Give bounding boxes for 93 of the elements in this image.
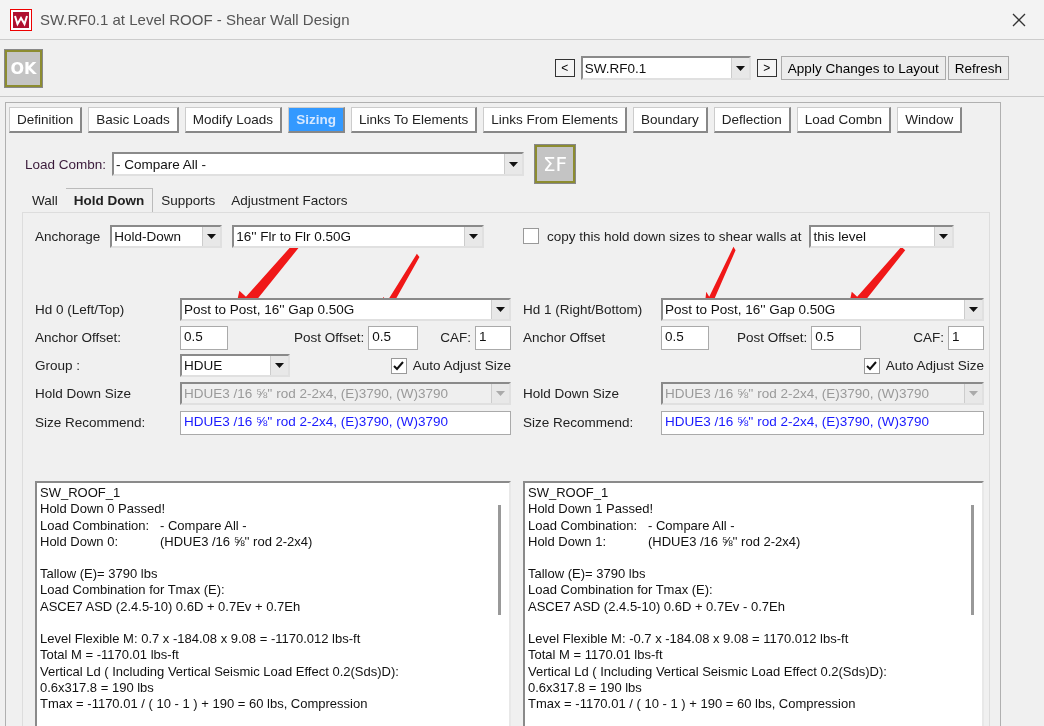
caret-icon <box>275 363 284 368</box>
group-dropdown[interactable]: HDUE <box>180 354 290 377</box>
previous-button[interactable]: < <box>554 59 575 77</box>
field-label: Hd 0 (Left/Top) <box>35 302 126 317</box>
field-label: Post Offset: <box>294 330 365 345</box>
report-line: Tmax = -1170.01 / ( 10 - 1 ) + 190 = 60 lbs, Compression <box>528 696 857 713</box>
field-label: Hd 1 (Right/Bottom) <box>523 302 644 317</box>
caret-icon <box>207 233 217 239</box>
report-line: Total M = -1170.01 lbs-ft <box>40 647 180 664</box>
report-line: 0.6x317.8 = 190 lbs <box>40 679 155 697</box>
window-title: SW.RF0.1 at Level ROOF - Shear Wall Design <box>40 11 351 28</box>
checkbox-label: copy this hold down sizes to shear walls at <box>547 228 802 244</box>
report-line: Tallow (E)= 3790 lbs <box>40 566 159 583</box>
field-label: Anchor Offset <box>523 330 607 345</box>
field-label: Size Recommend: <box>523 415 635 430</box>
report-text-area[interactable] <box>35 481 511 726</box>
post-offset-field[interactable]: 0.5 <box>368 325 419 350</box>
report-line: SW_ROOF_1 <box>40 485 122 502</box>
report-line: Level Flexible M: 0.7 x -184.08 x 9.08 = -1170.012 lbs-ft <box>40 631 362 648</box>
report-line: Vertical Ld ( Including Vertical Seismic Load Effect 0.2(Sds)D): <box>528 663 888 680</box>
close-icon[interactable] <box>1012 12 1026 27</box>
tab[interactable]: Links From Elements <box>483 107 627 133</box>
report-text-area[interactable] <box>523 481 984 726</box>
report-line: Tmax = -1170.01 / ( 10 - 1 ) + 190 = 60 lbs, Compression <box>40 696 369 713</box>
report-line: Tallow (E)= 3790 lbs <box>528 566 647 583</box>
tab[interactable]: Wall <box>24 188 66 212</box>
apply-changes-button[interactable]: Apply Changes to Layout <box>780 56 946 80</box>
report-line: Load Combination: - Compare All - <box>528 517 736 534</box>
checkbox-label: Auto Adjust Size <box>412 358 511 373</box>
caf-field[interactable]: 1 <box>475 325 511 350</box>
app-logo-icon <box>10 8 32 31</box>
tab[interactable]: Supports <box>153 188 224 212</box>
caret-icon <box>509 161 519 167</box>
report-line: 0.6x317.8 = 190 lbs <box>528 679 643 697</box>
field-label: Anchorage <box>35 228 101 244</box>
next-button[interactable]: > <box>756 59 777 77</box>
report-line: ASCE7 ASD (2.4.5-10) 0.6D + 0.7Ev + 0.7Eh <box>40 598 302 616</box>
report-line: Hold Down 0 Passed! <box>40 501 166 518</box>
report-line: Level Flexible M: -0.7 x -184.08 x 9.08 = 1170.012 lbs-ft <box>528 631 850 648</box>
size-recommend-field[interactable]: HDUE3 /16 ⅝'' rod 2-2x4, (E)3790, (W)3790 <box>180 410 511 435</box>
report-line: Vertical Ld ( Including Vertical Seismic Load Effect 0.2(Sds)D): <box>40 663 400 680</box>
field-label: Hold Down Size <box>523 386 621 401</box>
field-label: Anchor Offset: <box>35 330 123 345</box>
tab[interactable]: Basic Loads <box>88 107 179 133</box>
tab[interactable]: Window <box>897 107 963 133</box>
report-line: SW_ROOF_1 <box>528 485 610 502</box>
caret-icon <box>496 307 505 312</box>
report-line: Hold Down 0: (HDUE3 /16 ⅝'' rod 2-2x4) <box>40 533 314 551</box>
report-line: ASCE7 ASD (2.4.5-10) 0.6D + 0.7Ev - 0.7Eh <box>528 598 786 616</box>
report-line: Hold Down 1: (HDUE3 /16 ⅝'' rod 2-2x4) <box>528 533 802 551</box>
tab[interactable]: Modify Loads <box>184 107 283 133</box>
tab[interactable]: Boundary <box>633 107 708 133</box>
anchor-offset-field[interactable]: 0.5 <box>661 325 709 350</box>
report-line: Total M = 1170.01 lbs-ft <box>528 647 664 664</box>
field-label: CAF: <box>913 330 944 345</box>
report-line: Load Combination for Tmax (E): <box>40 582 226 599</box>
scope-dropdown[interactable]: this level <box>809 224 955 248</box>
tab[interactable]: Definition <box>9 107 83 133</box>
report-line: Hold Down 1 Passed! <box>528 501 654 518</box>
field-label: Group : <box>35 358 82 373</box>
caret-icon <box>469 233 479 239</box>
field-label: Size Recommend: <box>35 415 147 430</box>
checkbox[interactable] <box>390 357 407 374</box>
field-label: CAF: <box>440 330 471 345</box>
tab[interactable]: Links To Elements <box>350 107 478 133</box>
anchorage-type-dropdown[interactable]: Hold-Down <box>110 224 223 248</box>
checkbox[interactable] <box>863 357 880 374</box>
field-label: Post Offset: <box>737 330 808 345</box>
anchorage-spec-dropdown[interactable]: 16'' Flr to Flr 0.50G <box>232 224 485 248</box>
tab[interactable]: Load Combn <box>796 107 892 133</box>
caret-icon <box>735 65 745 71</box>
connection-dropdown[interactable]: Post to Post, 16'' Gap 0.50G <box>180 298 511 321</box>
checkbox-label: Auto Adjust Size <box>885 358 984 373</box>
post-offset-field[interactable]: 0.5 <box>811 325 862 350</box>
caret-icon <box>496 391 505 396</box>
caret-icon <box>969 307 978 312</box>
checkbox[interactable] <box>523 228 539 244</box>
anchor-offset-field[interactable]: 0.5 <box>180 325 228 350</box>
connection-dropdown[interactable]: Post to Post, 16'' Gap 0.50G <box>661 298 984 321</box>
caf-field[interactable]: 1 <box>948 325 984 350</box>
report-line: Load Combination: - Compare All - <box>40 517 248 534</box>
load-combination-dropdown[interactable]: - Compare All - <box>112 152 525 176</box>
wall-dropdown[interactable]: SW.RF0.1 <box>580 56 751 80</box>
report-line: Load Combination for Tmax (E): <box>528 582 714 599</box>
field-label: Load Combn: <box>25 156 107 172</box>
tab[interactable]: Deflection <box>713 107 791 133</box>
caret-icon <box>939 233 949 239</box>
size-recommend-field[interactable]: HDUE3 /16 ⅝'' rod 2-2x4, (E)3790, (W)3790 <box>661 410 984 435</box>
caret-icon <box>969 391 978 396</box>
tab[interactable]: Hold Down <box>65 188 154 212</box>
refresh-button[interactable]: Refresh <box>947 56 1009 80</box>
field-label: Hold Down Size <box>35 386 133 401</box>
tab[interactable]: Adjustment Factors <box>223 188 356 212</box>
